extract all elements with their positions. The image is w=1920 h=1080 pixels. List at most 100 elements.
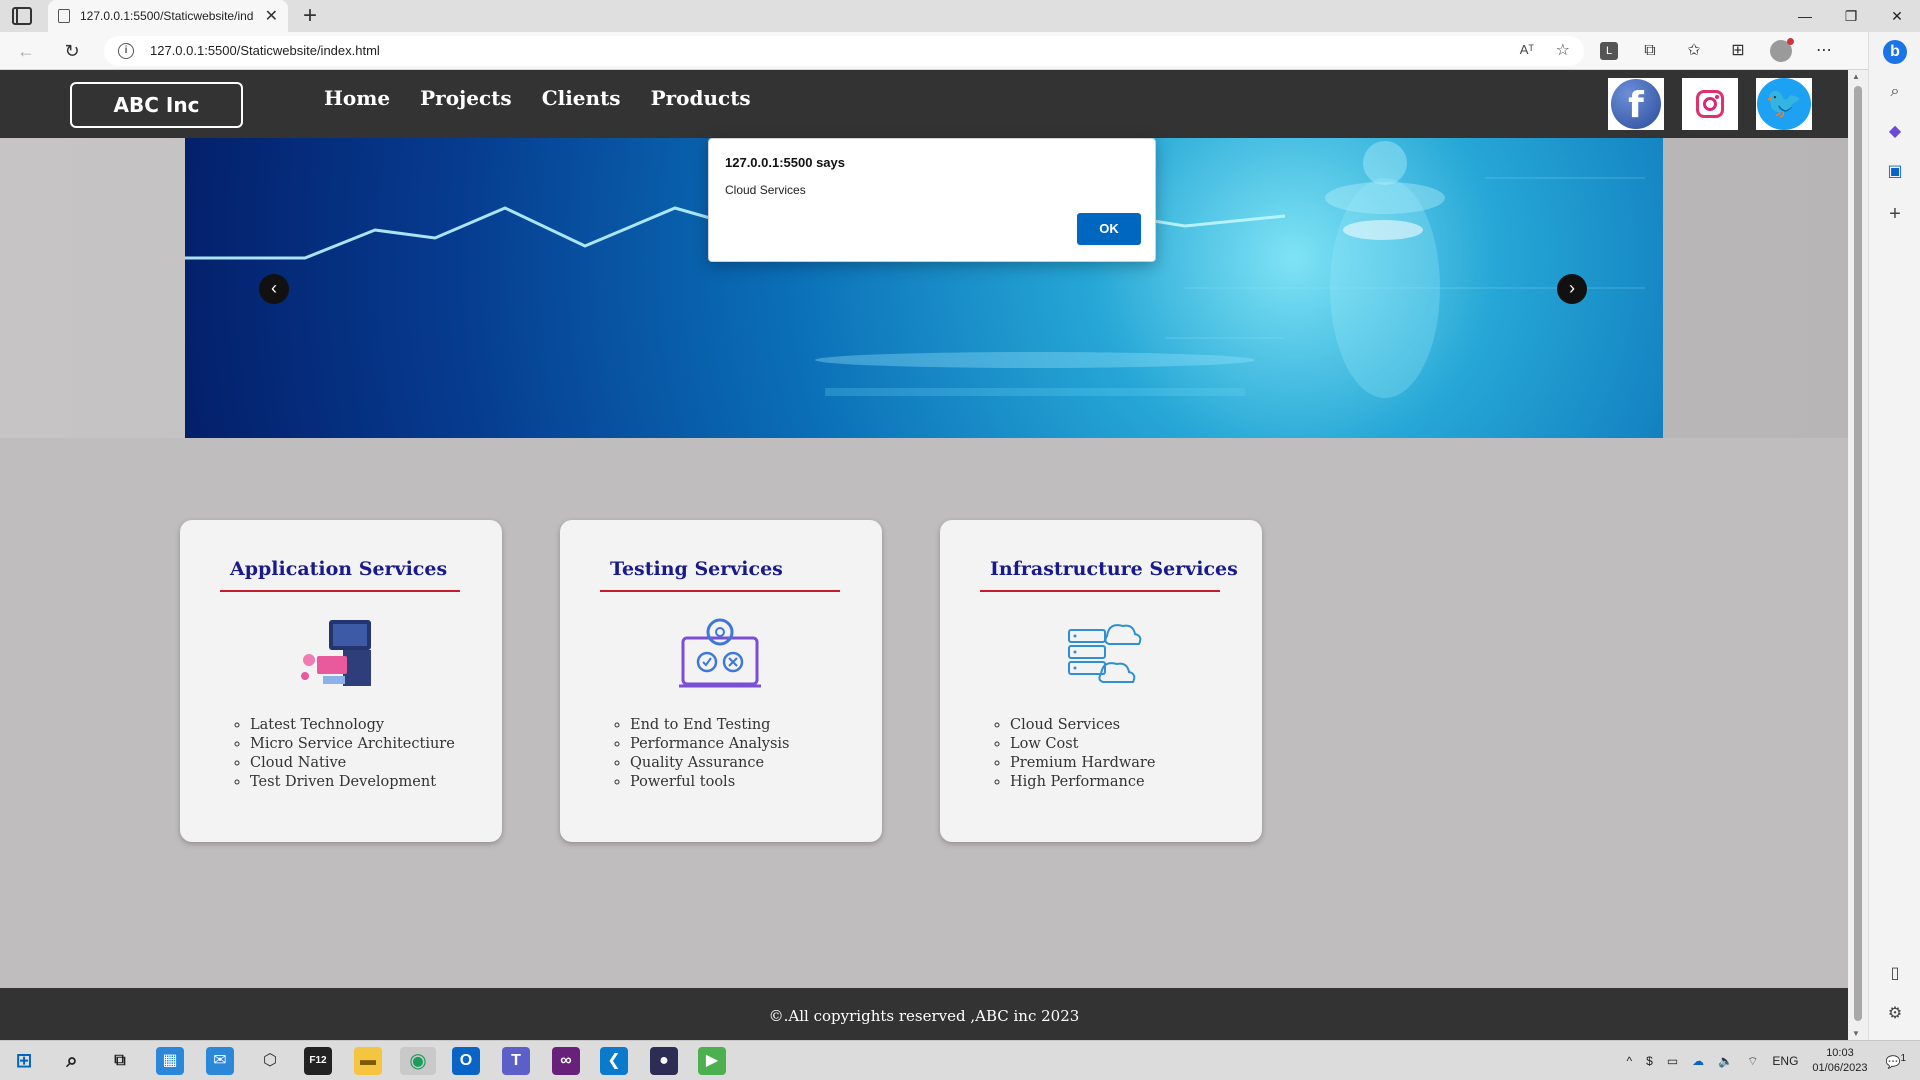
card-testing-services: Testing Services End to End Testing Perf… xyxy=(560,520,882,842)
volume-icon[interactable]: 🔈 xyxy=(1718,1054,1733,1068)
list-item: End to End Testing xyxy=(630,716,790,735)
edge-browser-icon[interactable]: ◉ xyxy=(400,1047,436,1075)
browser-tab[interactable]: 127.0.0.1:5500/Staticwebsite/ind ✕ xyxy=(48,0,288,32)
list-item: Quality Assurance xyxy=(630,754,790,773)
clock-time: 10:03 xyxy=(1826,1047,1854,1059)
more-options-icon[interactable]: ⋯ xyxy=(1812,40,1836,62)
window-controls: — ❐ ✕ xyxy=(1782,0,1920,32)
carousel-next-button[interactable]: › xyxy=(1557,274,1587,304)
card-feature-list: End to End Testing Performance Analysis … xyxy=(630,716,790,792)
nav-links: Home Projects Clients Products xyxy=(324,86,751,110)
new-tab-button[interactable]: + xyxy=(296,2,324,30)
alert-message: Cloud Services xyxy=(725,183,806,197)
clock[interactable]: 10:03 01/06/2023 xyxy=(1812,1046,1867,1076)
card-feature-list: Latest Technology Micro Service Architec… xyxy=(250,716,455,792)
dollar-tray-icon[interactable]: $ xyxy=(1646,1054,1653,1068)
network-icon[interactable]: ⌔ xyxy=(1747,1054,1758,1069)
address-toolbar: ← ↻ i 127.0.0.1:5500/Staticwebsite/index… xyxy=(0,32,1920,70)
copilot-icon[interactable]: ◆ xyxy=(1883,120,1907,144)
eclipse-icon[interactable]: ● xyxy=(650,1047,678,1075)
notification-center-icon[interactable]: 💬1 xyxy=(1885,1053,1906,1069)
card-application-services: Application Services Latest Technology M… xyxy=(180,520,502,842)
list-item: Cloud Native xyxy=(250,754,455,773)
add-sidebar-app-icon[interactable]: + xyxy=(1883,202,1907,226)
search-icon[interactable]: ⌕ xyxy=(1883,80,1907,104)
visual-studio-icon[interactable]: ∞ xyxy=(552,1047,580,1075)
battery-icon[interactable]: ▭ xyxy=(1667,1054,1678,1068)
show-hidden-icons-icon[interactable]: ^ xyxy=(1627,1054,1633,1068)
extension-l-icon[interactable]: L xyxy=(1600,42,1618,60)
alert-title: 127.0.0.1:5500 says xyxy=(725,155,845,170)
outlook-icon[interactable]: O xyxy=(452,1047,480,1075)
nav-clients[interactable]: Clients xyxy=(542,86,621,110)
favorites-icon[interactable]: ✩ xyxy=(1682,40,1706,62)
teams-icon[interactable]: T xyxy=(502,1047,530,1075)
browser-tab-bar: 127.0.0.1:5500/Staticwebsite/ind ✕ + — ❐… xyxy=(0,0,1920,32)
facebook-icon[interactable]: f xyxy=(1608,78,1664,130)
list-item: Cloud Services xyxy=(1010,716,1155,735)
extensions-icon[interactable]: ⧉ xyxy=(1638,40,1662,62)
twitter-icon[interactable]: 🐦 xyxy=(1756,78,1812,130)
scroll-thumb[interactable] xyxy=(1854,86,1862,1021)
list-item: Performance Analysis xyxy=(630,735,790,754)
nav-projects[interactable]: Projects xyxy=(420,86,512,110)
minimize-icon[interactable]: — xyxy=(1782,0,1828,32)
settings-gear-icon[interactable]: ⚙ xyxy=(1883,1002,1907,1026)
close-window-icon[interactable]: ✕ xyxy=(1874,0,1920,32)
media-app-icon[interactable]: ▶ xyxy=(698,1047,726,1075)
mail-icon[interactable]: ✉ xyxy=(206,1047,234,1075)
card-divider xyxy=(220,590,460,592)
f12-app-icon[interactable]: F12 xyxy=(304,1047,332,1075)
address-bar[interactable]: i 127.0.0.1:5500/Staticwebsite/index.htm… xyxy=(104,36,1584,66)
browser-toolbar-icons: L ⧉ ✩ ⊞ ⋯ xyxy=(1600,38,1836,62)
site-info-icon[interactable]: i xyxy=(118,43,134,59)
outlook-icon[interactable]: ▣ xyxy=(1883,160,1907,184)
bing-icon[interactable]: b xyxy=(1883,40,1907,64)
task-view-icon[interactable]: ⧉ xyxy=(106,1047,134,1075)
language-indicator[interactable]: ENG xyxy=(1772,1054,1798,1068)
search-icon[interactable]: ⌕ xyxy=(58,1047,86,1075)
instagram-icon[interactable] xyxy=(1682,78,1738,130)
edge-sidebar: b ⌕ ◆ ▣ + ▯ ⚙ xyxy=(1868,32,1920,1040)
card-feature-list: Cloud Services Low Cost Premium Hardware… xyxy=(1010,716,1155,792)
card-title: Application Services xyxy=(230,558,448,580)
scroll-down-icon[interactable]: ▼ xyxy=(1852,1029,1860,1038)
list-item: Latest Technology xyxy=(250,716,455,735)
profile-avatar[interactable] xyxy=(1770,38,1794,62)
vscode-icon[interactable]: ❮ xyxy=(600,1047,628,1075)
collections-icon[interactable]: ⊞ xyxy=(1726,40,1750,62)
restore-icon[interactable]: ❐ xyxy=(1828,0,1874,32)
social-links: f 🐦 xyxy=(1608,78,1812,130)
nav-home[interactable]: Home xyxy=(324,86,390,110)
file-explorer-icon[interactable]: ▬ xyxy=(354,1047,382,1075)
card-infrastructure-services: Infrastructure Services Cloud Services L… xyxy=(940,520,1262,842)
close-tab-icon[interactable]: ✕ xyxy=(265,6,278,26)
site-navbar: ABC Inc Home Projects Clients Products f… xyxy=(0,70,1848,138)
tab-actions-button[interactable] xyxy=(12,7,32,25)
url-text[interactable]: 127.0.0.1:5500/Staticwebsite/index.html xyxy=(150,43,380,58)
store-icon[interactable]: ▦ xyxy=(156,1047,184,1075)
windows-taskbar: ⊞ ⌕ ⧉ ▦ ✉ ⬡ F12 ▬ ◉ O T ∞ ❮ ● ▶ ^ $ ▭ ☁ … xyxy=(0,1040,1920,1080)
back-arrow-icon[interactable]: ← xyxy=(14,40,38,62)
list-item: Premium Hardware xyxy=(1010,754,1155,773)
windows-start-icon[interactable]: ⊞ xyxy=(10,1047,38,1075)
page-scrollbar[interactable]: ▲ ▼ xyxy=(1848,70,1868,1040)
tab-title: 127.0.0.1:5500/Staticwebsite/ind xyxy=(80,9,254,23)
scroll-up-icon[interactable]: ▲ xyxy=(1852,72,1860,81)
nav-products[interactable]: Products xyxy=(651,86,751,110)
card-title: Infrastructure Services xyxy=(990,558,1238,580)
carousel-prev-button[interactable]: ‹ xyxy=(259,274,289,304)
site-logo[interactable]: ABC Inc xyxy=(70,82,243,128)
hide-sidebar-icon[interactable]: ▯ xyxy=(1883,962,1907,986)
read-aloud-icon[interactable]: Aᵀ xyxy=(1520,42,1534,57)
refresh-icon[interactable]: ↻ xyxy=(60,40,84,62)
list-item: High Performance xyxy=(1010,773,1155,792)
app-cube-icon[interactable]: ⬡ xyxy=(256,1047,284,1075)
services-cards: Application Services Latest Technology M… xyxy=(180,520,1262,842)
card-title: Testing Services xyxy=(610,558,783,580)
card-divider xyxy=(980,590,1220,592)
alert-ok-button[interactable]: OK xyxy=(1077,213,1141,245)
add-favorite-icon[interactable]: ☆ xyxy=(1556,40,1570,60)
list-item: Low Cost xyxy=(1010,735,1155,754)
onedrive-icon[interactable]: ☁ xyxy=(1692,1054,1704,1068)
